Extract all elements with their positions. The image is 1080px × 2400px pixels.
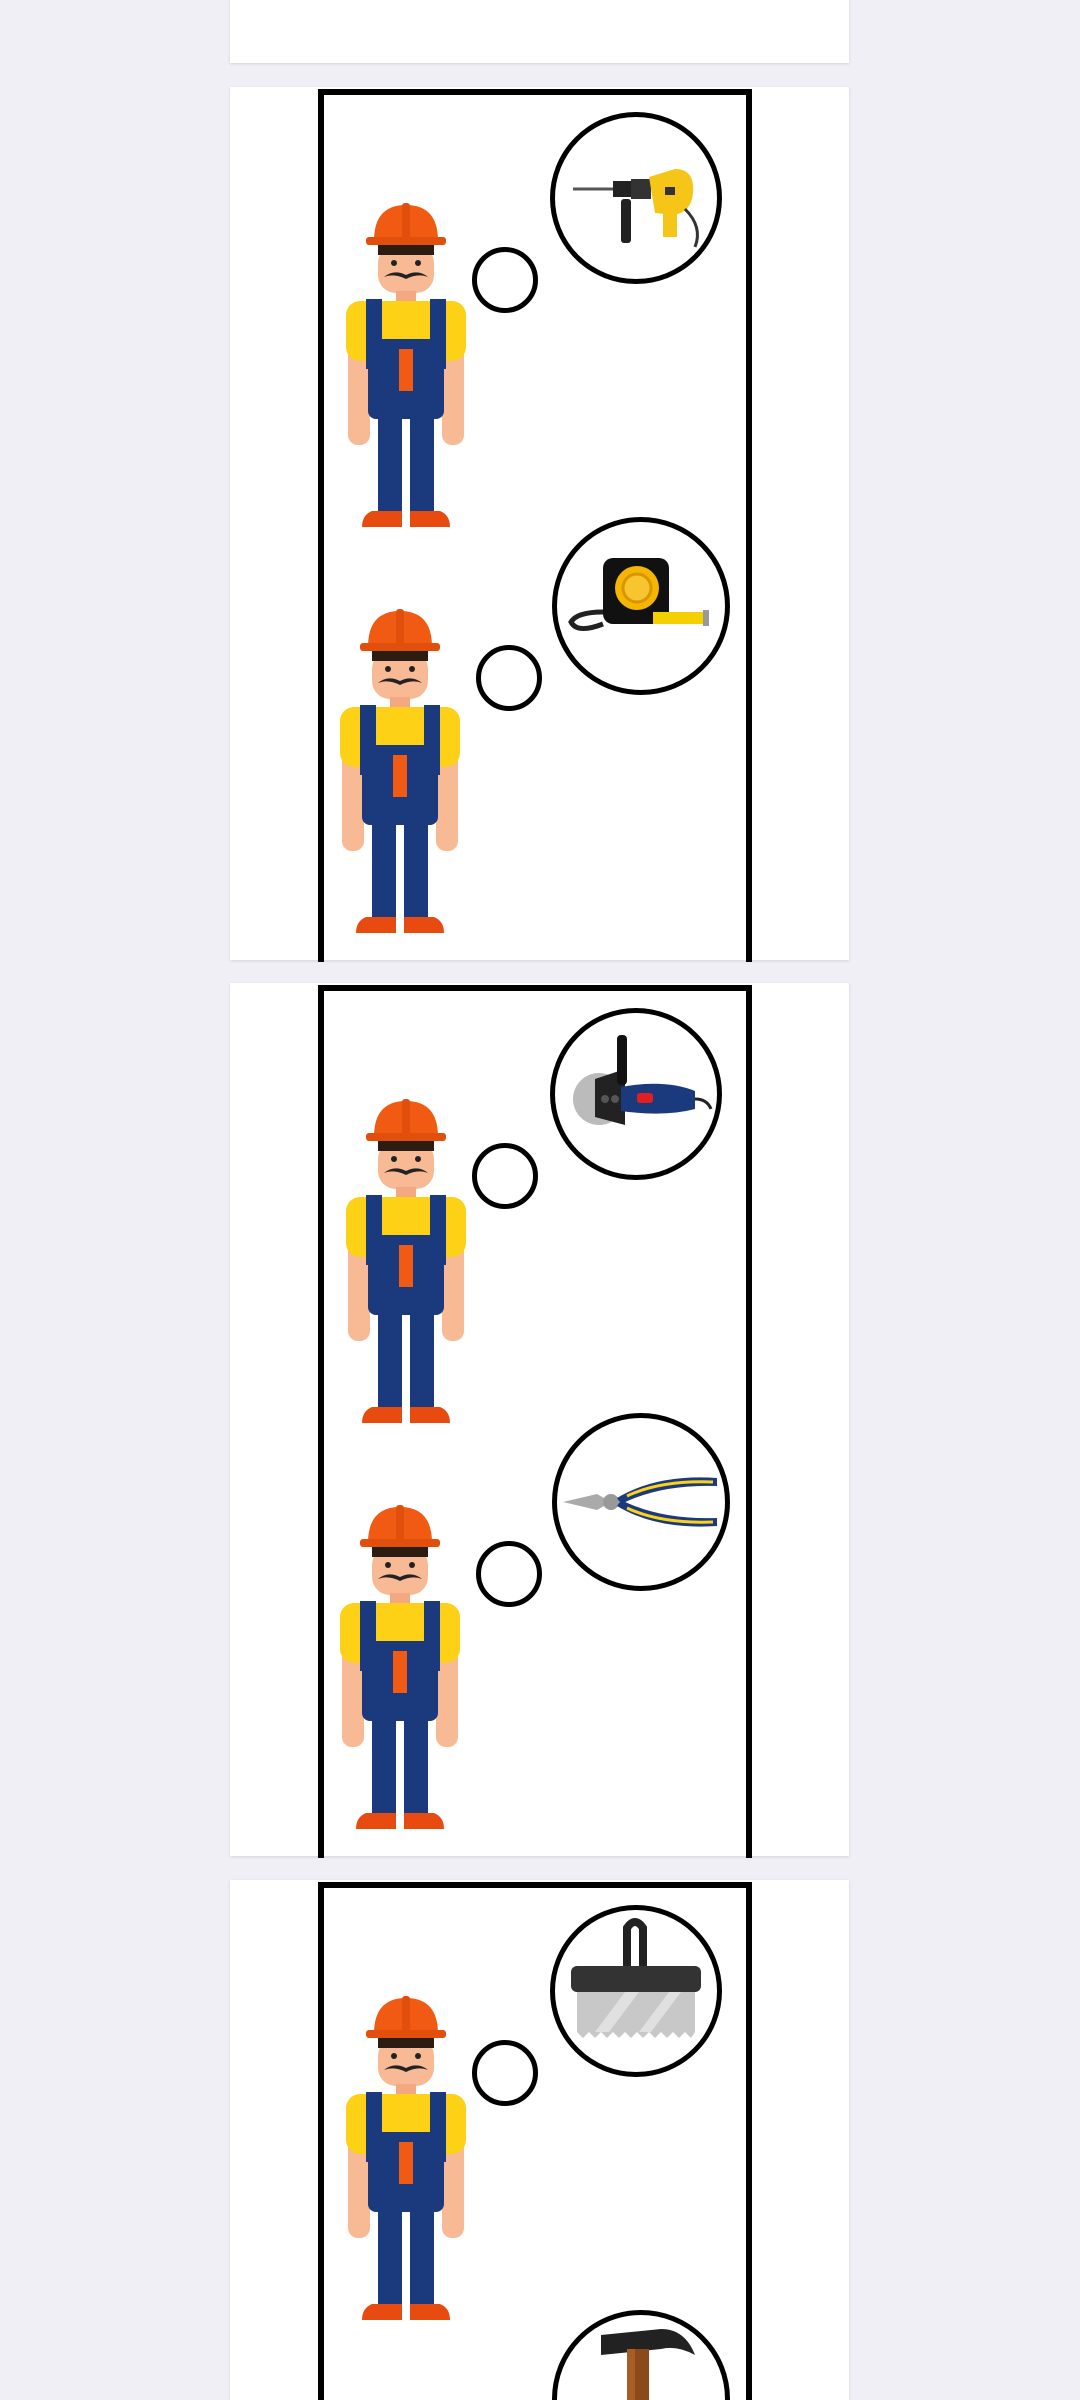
worker-illustration <box>340 609 460 933</box>
page-card-3 <box>230 1880 849 2400</box>
thought-bubble-small <box>472 247 538 313</box>
page-card-partial <box>230 0 849 63</box>
thought-bubble-small <box>472 1143 538 1209</box>
thought-bubble-large <box>552 1413 730 1591</box>
worker-illustration <box>346 1099 466 1423</box>
angle-grinder-icon <box>573 1035 713 1125</box>
pliers-icon <box>563 1477 717 1527</box>
thought-bubble-large <box>552 517 730 695</box>
worker-illustration <box>346 203 466 527</box>
page-card-1 <box>230 87 849 962</box>
thought-bubble-large <box>550 112 722 284</box>
tape-measure-icon <box>568 558 709 631</box>
thought-bubble-small <box>476 1541 542 1607</box>
thought-bubble-small <box>476 645 542 711</box>
thought-bubble-small <box>472 2040 538 2106</box>
hammer-drill-icon <box>573 169 699 248</box>
thought-bubble-large <box>550 1905 722 2077</box>
page-card-2 <box>230 983 849 1858</box>
thought-bubble-large <box>550 1008 722 1180</box>
notched-trowel-icon <box>571 1918 701 2038</box>
worker-illustration <box>346 1996 466 2320</box>
worker-illustration <box>340 1505 460 1829</box>
document-viewer[interactable] <box>0 0 1080 2400</box>
